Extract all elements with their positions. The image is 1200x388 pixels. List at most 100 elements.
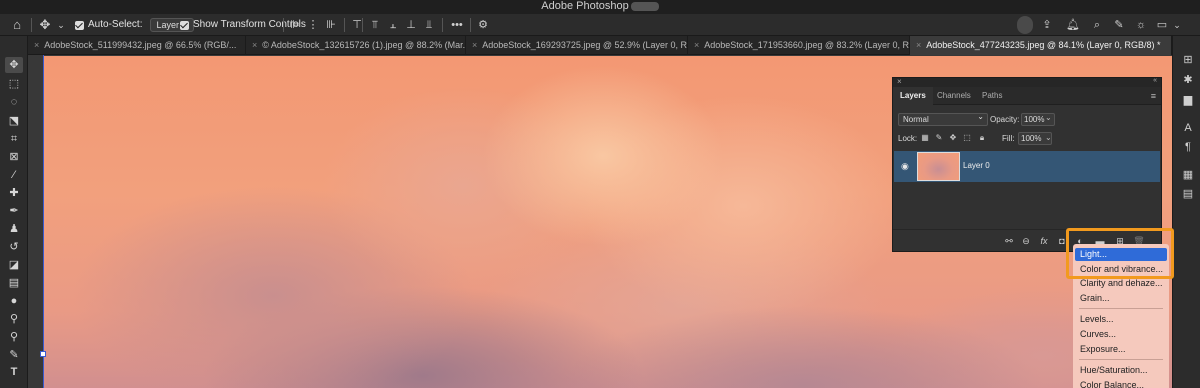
gradient-tool-icon[interactable]: ▤	[5, 275, 23, 291]
chevron-down-icon[interactable]: ⌄	[1045, 133, 1052, 142]
menu-item-light[interactable]: Light...	[1075, 248, 1167, 261]
bell-icon[interactable]: 🔔︎	[1066, 18, 1080, 32]
transform-controls-checkbox[interactable]	[180, 20, 189, 30]
more-options-icon[interactable]: •••	[448, 18, 466, 32]
move-tool-icon[interactable]: ✥	[38, 18, 52, 32]
close-icon[interactable]: ×	[897, 77, 902, 86]
chevron-down-icon[interactable]: ⌄	[54, 18, 68, 32]
tab-layers[interactable]: Layers	[893, 87, 933, 105]
frame-tool-icon[interactable]: ⊠	[5, 149, 23, 165]
paragraph-icon[interactable]: ¶	[1181, 140, 1195, 154]
tab-paths[interactable]: Paths	[975, 87, 1009, 105]
pen-tool-icon[interactable]: ✎	[5, 347, 23, 363]
eye-icon[interactable]: ◉	[901, 161, 913, 171]
tab-label: AdobeStock_171953660.jpeg @ 83.2% (Layer…	[704, 40, 910, 50]
panel-header-strip: × «	[893, 77, 1161, 87]
close-icon[interactable]: ×	[472, 40, 477, 50]
libraries-icon[interactable]: ⊞	[1181, 53, 1195, 67]
menu-item-color-vibrance[interactable]: Color and vibrance...	[1075, 263, 1167, 276]
layer-row-selected[interactable]: ◉ Layer 0	[894, 151, 1160, 182]
eyedropper-tool-icon[interactable]: ⁄	[5, 167, 23, 183]
align-top-edges-icon[interactable]: ⫪	[368, 18, 382, 32]
lock-fill-row: Lock: ▦ ✎ ✥ ⬚ 🔒︎ Fill: 100% ⌄	[893, 132, 1161, 148]
menu-item-clarity-dehaze[interactable]: Clarity and dehaze...	[1075, 277, 1167, 290]
distribute-icon[interactable]: ⫫	[422, 18, 436, 32]
lock-position-icon[interactable]: ✥	[948, 133, 958, 143]
history-brush-tool-icon[interactable]: ↺	[5, 239, 23, 255]
link-icon[interactable]: ⊖	[1020, 235, 1032, 247]
avatar[interactable]	[1017, 16, 1033, 34]
comments-icon[interactable]: ▆	[1181, 93, 1195, 107]
transform-handle[interactable]	[40, 351, 46, 357]
document-tabs: × AdobeStock_511999432.jpeg @ 66.5% (RGB/…	[28, 36, 1172, 55]
add-mask-icon[interactable]: ◘	[1056, 235, 1068, 247]
dodge-tool-icon[interactable]: ⚲	[5, 311, 23, 327]
menu-item-grain[interactable]: Grain...	[1075, 292, 1167, 305]
align-vertical-center-icon[interactable]: ⫠	[386, 18, 400, 32]
workspace-icon[interactable]: ▭	[1155, 18, 1169, 32]
notes-icon[interactable]: ▤	[1181, 187, 1195, 201]
menu-item-curves[interactable]: Curves...	[1075, 328, 1167, 341]
blend-mode-select[interactable]: Normal	[898, 111, 988, 126]
share-icon[interactable]: ⇪	[1040, 18, 1054, 32]
document-tab[interactable]: × AdobeStock_511999432.jpeg @ 66.5% (RGB/…	[28, 36, 246, 55]
transform-controls-group[interactable]: Show Transform Controls	[180, 14, 306, 36]
adjustment-layer-menu: Light... Color and vibrance... Clarity a…	[1073, 244, 1169, 388]
tools-panel: ✥ ⬚ ◌ ⬔ ⌗ ⊠ ⁄ ✚ ✒ ♟ ↺ ◪ ▤ ● ⚲ ⚲ ✎ T	[0, 36, 28, 388]
menu-item-levels[interactable]: Levels...	[1075, 313, 1167, 326]
crop-tool-icon[interactable]: ⌗	[5, 131, 23, 147]
adjustments-icon[interactable]: ✱	[1181, 73, 1195, 87]
eraser-tool-icon[interactable]: ◪	[5, 257, 23, 273]
panel-tabs: Layers Channels Paths ≡	[893, 87, 1161, 105]
align-left-icon[interactable]: ⊫	[288, 18, 302, 32]
clone-stamp-tool-icon[interactable]: ♟	[5, 221, 23, 237]
tab-channels[interactable]: Channels	[930, 87, 978, 105]
lock-transparent-pixels-icon[interactable]: ▦	[920, 133, 930, 143]
auto-select-group[interactable]: Auto-Select: Layer	[75, 14, 194, 36]
panel-menu-icon[interactable]: ≡	[1151, 91, 1156, 101]
lasso-tool-icon[interactable]: ◌	[5, 94, 23, 110]
blur-tool-icon[interactable]: ●	[5, 293, 23, 309]
chevron-down-icon[interactable]: ⌄	[1045, 113, 1052, 122]
auto-select-checkbox[interactable]	[75, 20, 84, 30]
search-icon[interactable]: ⌕	[1090, 18, 1104, 32]
menu-item-hue-saturation[interactable]: Hue/Saturation...	[1075, 364, 1167, 377]
link-layers-icon[interactable]: ⚯	[1003, 235, 1015, 247]
divider	[344, 18, 345, 32]
object-selection-tool-icon[interactable]: ⬔	[5, 113, 23, 129]
marquee-tool-icon[interactable]: ⬚	[5, 76, 23, 92]
move-tool-icon[interactable]: ✥	[5, 57, 23, 73]
home-icon[interactable]: ⌂	[10, 18, 24, 32]
menu-item-exposure[interactable]: Exposure...	[1075, 343, 1167, 356]
auto-select-label: Auto-Select:	[88, 19, 143, 30]
document-tab-active[interactable]: × AdobeStock_477243235.jpeg @ 84.1% (Laye…	[910, 36, 1172, 55]
close-icon[interactable]: ×	[694, 40, 699, 50]
lock-artboard-icon[interactable]: ⬚	[962, 133, 972, 143]
document-tab[interactable]: × © AdobeStock_132615726 (1).jpeg @ 88.2%…	[246, 36, 466, 55]
divider	[442, 18, 443, 32]
lock-all-icon[interactable]: 🔒︎	[977, 133, 987, 143]
type-tool-icon[interactable]: T	[5, 364, 23, 380]
properties-icon[interactable]: ▦	[1181, 168, 1195, 182]
discover-icon[interactable]: ✎	[1112, 18, 1126, 32]
align-right-icon[interactable]: ⊪	[324, 18, 338, 32]
chevron-down-icon[interactable]: ⌄	[1170, 18, 1184, 32]
dodge-burn-tool-icon[interactable]: ⚲	[5, 329, 23, 345]
healing-brush-tool-icon[interactable]: ✚	[5, 185, 23, 201]
lock-image-pixels-icon[interactable]: ✎	[934, 133, 944, 143]
document-tab[interactable]: × AdobeStock_169293725.jpeg @ 52.9% (Laye…	[466, 36, 688, 55]
align-bottom-icon[interactable]: ⊥	[404, 18, 418, 32]
collapse-icon[interactable]: «	[1153, 77, 1157, 84]
brush-tool-icon[interactable]: ✒	[5, 203, 23, 219]
close-icon[interactable]: ×	[916, 40, 921, 50]
layer-name[interactable]: Layer 0	[963, 161, 990, 170]
character-icon[interactable]: A	[1181, 121, 1195, 135]
gear-icon[interactable]: ⚙	[476, 18, 490, 32]
close-icon[interactable]: ×	[34, 40, 39, 50]
close-icon[interactable]: ×	[252, 40, 257, 50]
menu-item-color-balance[interactable]: Color Balance...	[1075, 379, 1167, 388]
align-center-icon[interactable]: ⋮	[306, 18, 320, 32]
lightbulb-icon[interactable]: ☼	[1134, 18, 1148, 32]
fx-icon[interactable]: fx	[1038, 235, 1050, 247]
document-tab[interactable]: × AdobeStock_171953660.jpeg @ 83.2% (Laye…	[688, 36, 910, 55]
